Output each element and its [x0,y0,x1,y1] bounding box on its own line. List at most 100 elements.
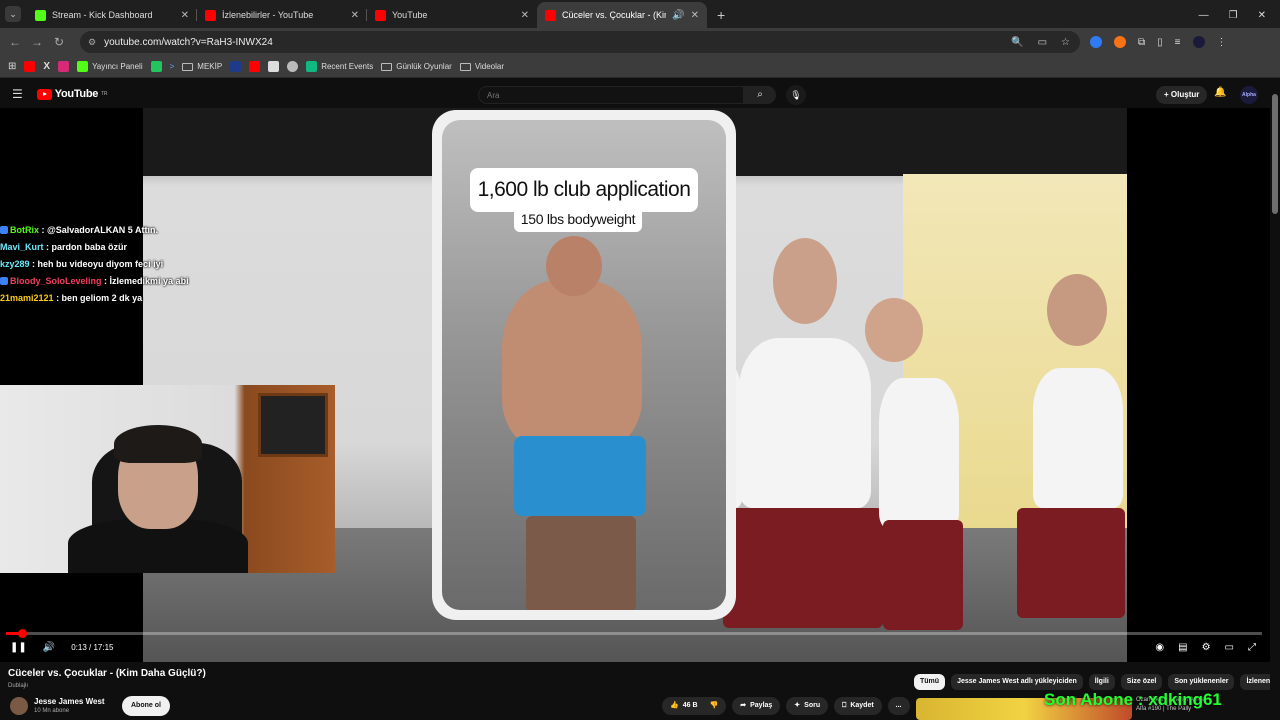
microphone-icon[interactable]: 🎙 [786,85,806,105]
scrollbar-thumb[interactable] [1272,94,1278,214]
logo-text: YouTube [54,88,99,100]
extensions-puzzle-icon[interactable]: ⧉ [1138,37,1145,48]
person-shorts [883,520,963,630]
close-icon[interactable]: ✕ [181,10,189,21]
video-actions: 👍 46 B 👎 ➦ Paylaş ✦ Soru ⎕ Kaydet ... [662,697,910,715]
search-input[interactable]: Ara [478,86,744,104]
side-panel-icon[interactable]: ▯ [1157,37,1163,48]
bookmark-star-icon[interactable]: ☆ [1061,37,1070,48]
apps-grid-icon[interactable]: ⊞ [8,61,16,72]
bookmark-app[interactable] [150,61,162,72]
tab-kick-dashboard[interactable]: Stream - Kick Dashboard ✕ [27,2,197,28]
browser-menu-icon[interactable]: ⋮ [1217,37,1227,48]
youtube-icon [545,9,556,21]
minimize-icon[interactable]: — [1199,10,1209,21]
chip-related[interactable]: İlgili [1088,674,1115,690]
chip-all[interactable]: Tümü [914,674,946,690]
prime-icon: > [169,62,175,71]
page-scrollbar[interactable] [1270,80,1280,720]
bookmark-app3[interactable] [287,61,299,72]
chat-text: : İzlemedikmi ya abi [104,276,189,286]
lifter-torso [502,280,642,450]
create-button[interactable]: + Oluştur [1156,86,1208,104]
chat-user: 21mami2121 [0,293,54,303]
youtube-logo[interactable]: YouTube TR [36,88,107,100]
chip-for-you[interactable]: Size özel [1120,674,1163,690]
forward-icon[interactable]: → [26,35,48,49]
notifications-bell-icon[interactable]: 🔔 [1214,87,1226,98]
bookmark-youtube[interactable] [24,61,36,72]
save-button[interactable]: ⎕ Kaydet [834,697,882,715]
reading-list-icon[interactable]: ≡ [1175,37,1181,48]
bookmark-yayinci-paneli[interactable]: Yayıncı Paneli [77,61,143,72]
app-icon [150,61,162,72]
tab-current-video[interactable]: Cüceler vs. Çocuklar - (Kim 🔊 ✕ [537,2,707,28]
person-shirt [739,338,871,508]
dislike-icon[interactable]: 👎 [710,697,719,715]
bookmark-recent-events[interactable]: Recent Events [306,61,373,72]
url-field[interactable]: ⚙ youtube.com/watch?v=RaH3-INWX24 🔍 ▭ ☆ [80,31,1080,53]
bookmark-prime[interactable]: > [170,62,175,71]
volume-icon[interactable]: 🔊 [43,642,55,653]
channel-name[interactable]: Jesse James West [34,697,105,706]
bookmark-gunluk-oyunlar[interactable]: Günlük Oyunlar [381,62,452,71]
dubbed-label: Dublajlı [8,683,29,689]
bookmark-mekip[interactable]: MEKİP [182,62,222,71]
bookmark-image[interactable] [268,61,280,72]
app-icon [230,61,242,72]
search-icon[interactable]: ⌕ [744,86,776,104]
theater-mode-icon[interactable]: ▭ [1225,642,1234,653]
account-avatar[interactable]: Alpha [1240,86,1258,104]
webcam-hair [114,425,202,463]
pause-icon[interactable]: ❚❚ [10,642,27,653]
bookmark-youtube2[interactable] [249,61,261,72]
close-icon[interactable]: ✕ [691,10,699,21]
speaker-icon[interactable]: 🔊 [672,10,684,21]
bookmark-label: MEKİP [197,62,223,71]
subtitles-icon[interactable]: ▤ [1178,642,1187,653]
subscriber-count: 10 Mn abone [34,708,70,714]
tab-search-icon[interactable]: ⌄ [5,6,21,22]
image-icon [268,61,280,72]
lifter-shorts [514,436,646,516]
menu-icon[interactable]: ☰ [12,87,23,101]
subscribe-button[interactable]: Abone ol [122,696,170,716]
reload-icon[interactable]: ↻ [48,35,70,49]
close-window-icon[interactable]: ✕ [1258,10,1266,21]
ask-button[interactable]: ✦ Soru [786,697,829,715]
site-info-icon[interactable]: ⚙ [88,37,96,48]
extension-blue-icon[interactable] [1090,36,1102,48]
chat-message: BotRix : @SalvadorALKAN 5 Attın. [0,222,210,239]
settings-gear-icon[interactable]: ⚙ [1202,642,1211,653]
extensions-bar: ⧉ ▯ ≡ ⋮ [1090,36,1227,48]
bookmark-x[interactable]: X [43,61,50,72]
progress-scrubber[interactable] [17,629,27,638]
progress-bar[interactable] [6,629,1262,638]
close-icon[interactable]: ✕ [521,10,529,21]
zoom-icon[interactable]: 🔍 [1011,37,1023,48]
profile-avatar-icon[interactable] [1192,36,1205,48]
close-icon[interactable]: ✕ [351,10,359,21]
player-controls: ❚❚ 🔊 0:13 / 17:15 ◉ ▤ ⚙ ▭ ⤢ [0,628,1270,662]
tab-izlenebilirler[interactable]: İzlenebilirler - YouTube ✕ [197,2,367,28]
tab-title: İzlenebilirler - YouTube [222,10,314,20]
new-tab-icon[interactable]: + [717,7,725,23]
bookmark-videolar[interactable]: Videolar [459,62,504,71]
maximize-icon[interactable]: ❐ [1229,10,1238,21]
cast-icon[interactable]: ▭ [1038,37,1047,48]
more-actions-button[interactable]: ... [887,697,910,715]
chip-uploader[interactable]: Jesse James West adlı yükleyiciden [951,674,1083,690]
extension-orange-icon[interactable] [1114,36,1126,48]
autoplay-toggle-icon[interactable]: ◉ [1155,642,1164,653]
video-player[interactable]: 1,600 lb club application 150 lbs bodywe… [0,108,1270,662]
webcam-door [258,393,328,457]
fullscreen-icon[interactable]: ⤢ [1248,642,1256,653]
share-button[interactable]: ➦ Paylaş [732,697,781,715]
bookmark-app2[interactable] [230,61,242,72]
tab-youtube[interactable]: YouTube ✕ [367,2,537,28]
channel-avatar[interactable] [10,697,28,715]
chip-recent[interactable]: Son yüklenenler [1168,674,1235,690]
bookmark-instagram[interactable] [58,61,70,72]
back-icon[interactable]: ← [4,35,26,49]
like-button[interactable]: 👍 46 B 👎 [662,697,727,715]
